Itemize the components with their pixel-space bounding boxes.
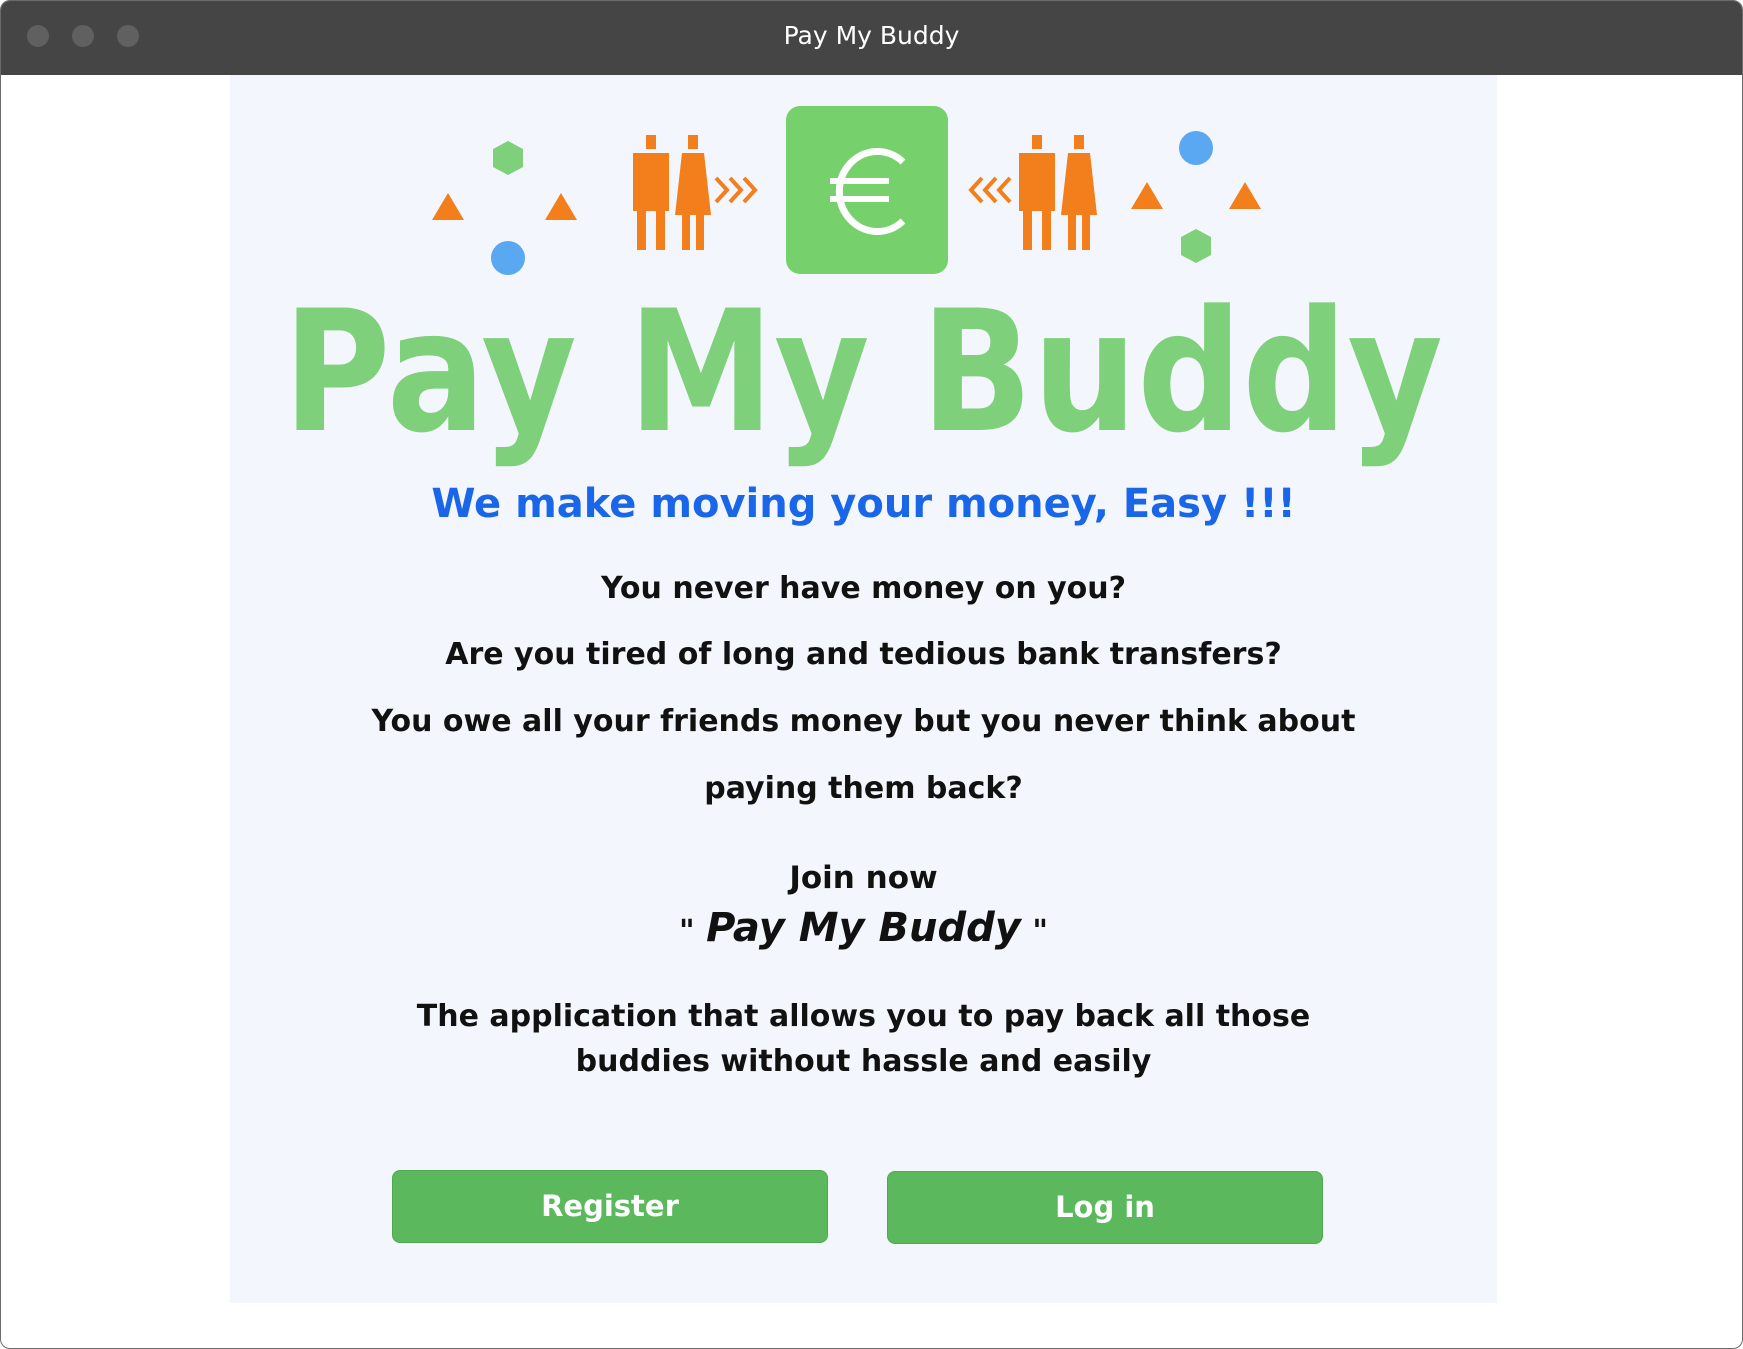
logo-wordmark: Pay My Buddy bbox=[283, 274, 1443, 470]
logo: Pay My Buddy bbox=[283, 106, 1443, 470]
triangle-icon bbox=[545, 193, 577, 220]
quote-mark: " bbox=[1032, 914, 1049, 949]
window-title: Pay My Buddy bbox=[783, 21, 960, 50]
person-pair-icon bbox=[633, 135, 711, 250]
title-bar: Pay My Buddy bbox=[1, 1, 1742, 75]
description-text: The application that allows you to pay b… bbox=[416, 999, 1311, 1034]
brand-name: Pay My Buddy bbox=[706, 905, 1021, 951]
question-text: You owe all your friends money but you n… bbox=[371, 704, 1356, 739]
euro-badge-icon bbox=[786, 106, 948, 274]
brand-quote: " Pay My Buddy " bbox=[230, 905, 1497, 951]
person-pair-icon bbox=[1019, 135, 1097, 250]
quote-mark: " bbox=[678, 914, 695, 949]
circle-icon bbox=[491, 241, 525, 275]
question-text: paying them back? bbox=[704, 771, 1023, 806]
join-now-text: Join now bbox=[789, 860, 938, 896]
landing-panel: Pay My Buddy We make moving your money, … bbox=[230, 75, 1497, 1303]
tagline: We make moving your money, Easy !!! bbox=[431, 481, 1296, 527]
register-button[interactable]: Register bbox=[392, 1170, 828, 1243]
arrows-left-icon bbox=[968, 176, 1012, 204]
login-button[interactable]: Log in bbox=[887, 1171, 1323, 1244]
question-text: You never have money on you? bbox=[600, 571, 1127, 606]
triangle-icon bbox=[1229, 182, 1261, 209]
circle-icon bbox=[1179, 131, 1213, 165]
question-text: Are you tired of long and tedious bank t… bbox=[445, 637, 1282, 672]
description-text: buddies without hassle and easily bbox=[575, 1044, 1152, 1079]
hexagon-icon bbox=[1181, 229, 1211, 263]
hexagon-icon bbox=[493, 141, 523, 175]
triangle-icon bbox=[432, 193, 464, 220]
arrows-right-icon bbox=[714, 176, 758, 204]
triangle-icon bbox=[1131, 182, 1163, 209]
app-window: Pay My Buddy Pay My Buddy We make moving… bbox=[0, 0, 1743, 1349]
